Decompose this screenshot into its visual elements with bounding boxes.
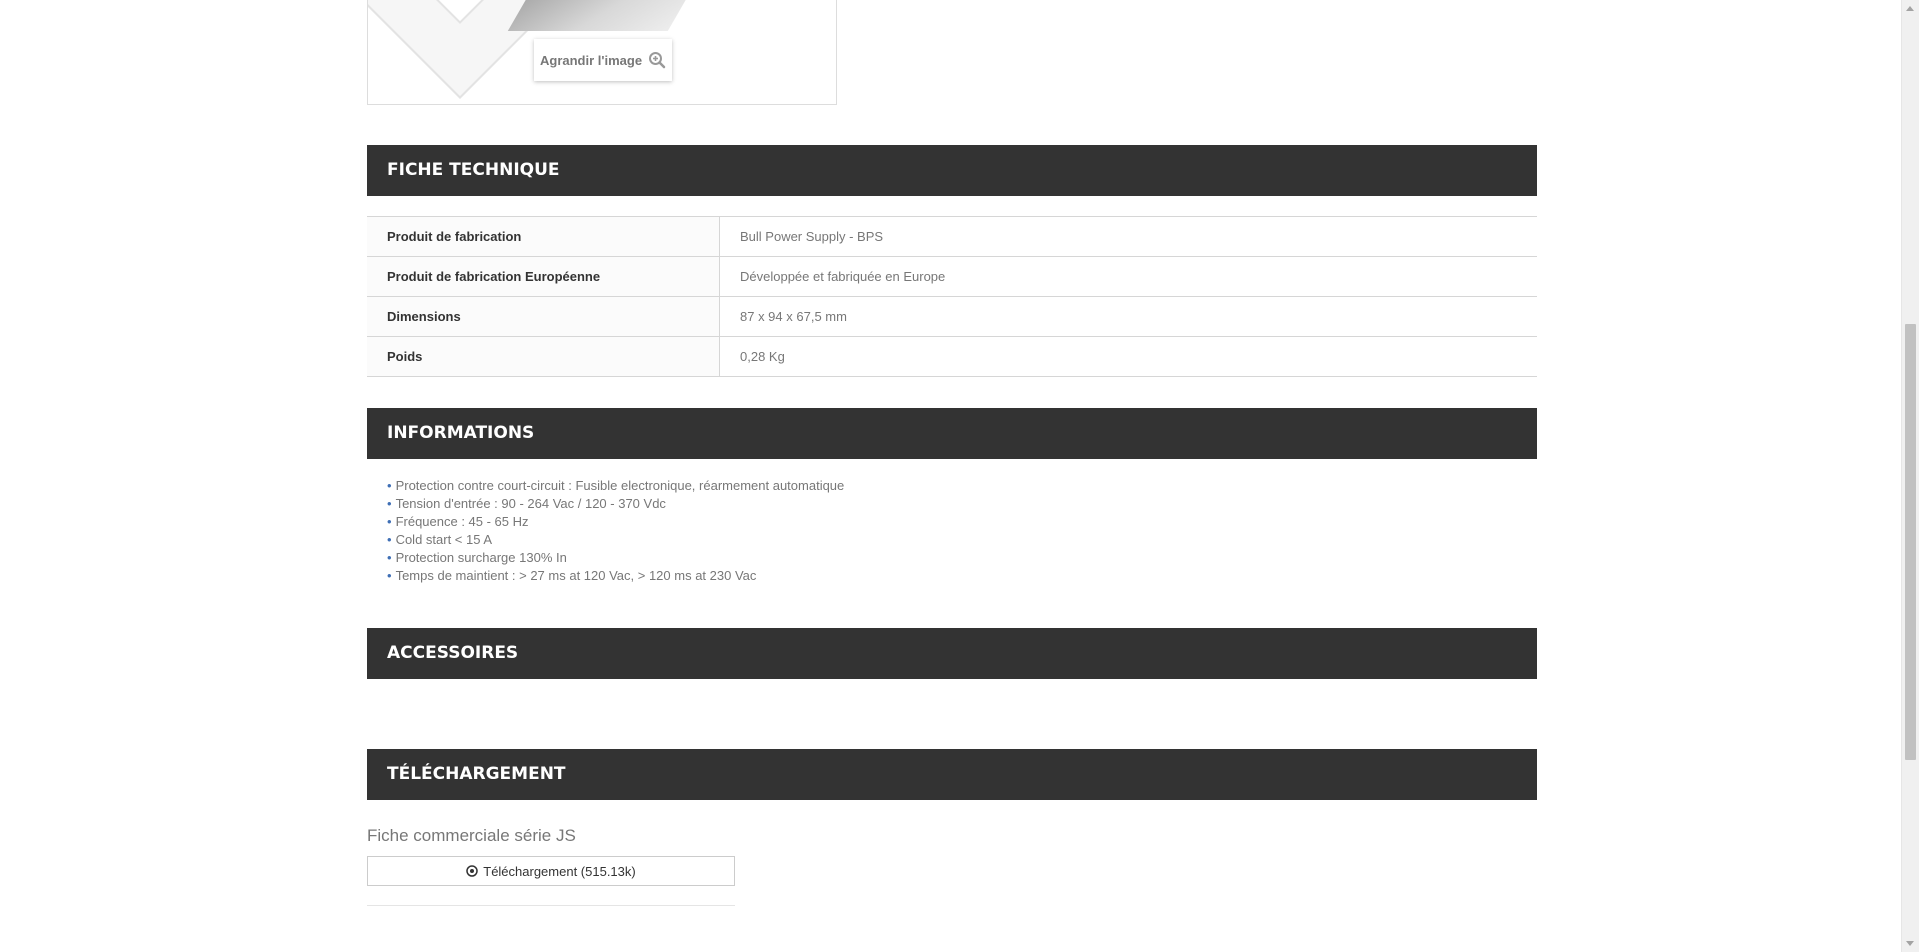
vertical-scrollbar[interactable] [1901, 0, 1919, 952]
telechargement-heading: TÉLÉCHARGEMENT [367, 749, 1537, 800]
spec-label: Produit de fabrication [367, 216, 720, 257]
scroll-up-icon[interactable] [1906, 6, 1914, 11]
list-item: Temps de maintient : > 27 ms at 120 Vac,… [387, 567, 844, 585]
accessoires-heading: ACCESSOIRES [367, 628, 1537, 679]
table-row: Poids 0,28 Kg [367, 336, 1537, 377]
list-item: Protection surcharge 130% In [387, 549, 844, 567]
list-item: Cold start < 15 A [387, 531, 844, 549]
divider [367, 905, 735, 906]
spec-value: 0,28 Kg [719, 336, 1537, 377]
scroll-down-icon[interactable] [1906, 941, 1914, 946]
scrollbar-thumb[interactable] [1905, 324, 1916, 760]
list-item: Tension d'entrée : 90 - 264 Vac / 120 - … [387, 495, 844, 513]
zoom-image-label: Agrandir l'image [540, 52, 643, 68]
download-button[interactable]: Téléchargement (515.13k) [367, 856, 735, 886]
spec-label: Dimensions [367, 296, 720, 337]
spec-value: 87 x 94 x 67,5 mm [719, 296, 1537, 337]
informations-heading: INFORMATIONS [367, 408, 1537, 459]
table-row: Produit de fabrication Bull Power Supply… [367, 216, 1537, 257]
zoom-image-button[interactable]: Agrandir l'image [534, 39, 673, 81]
list-item: Fréquence : 45 - 65 Hz [387, 513, 844, 531]
download-circle-icon [466, 865, 478, 877]
table-row: Produit de fabrication Européenne Dévelo… [367, 256, 1537, 297]
download-file-title: Fiche commerciale série JS [367, 826, 576, 845]
spec-value: Développée et fabriquée en Europe [719, 256, 1537, 297]
zoom-in-icon [649, 52, 666, 69]
spec-label: Produit de fabrication Européenne [367, 256, 720, 297]
table-row: Dimensions 87 x 94 x 67,5 mm [367, 296, 1537, 337]
list-item: Protection contre court-circuit : Fusibl… [387, 477, 845, 495]
spec-value: Bull Power Supply - BPS [719, 216, 1537, 257]
fiche-technique-heading: FICHE TECHNIQUE [367, 145, 1537, 196]
spec-table: Produit de fabrication Bull Power Supply… [367, 216, 1537, 377]
spec-label: Poids [367, 336, 720, 377]
product-image-box[interactable]: Agrandir l'image [367, 0, 837, 105]
download-button-label: Téléchargement (515.13k) [483, 863, 636, 879]
product-image-detail [507, 0, 709, 31]
informations-list: Protection contre court-circuit : Fusibl… [387, 477, 845, 585]
